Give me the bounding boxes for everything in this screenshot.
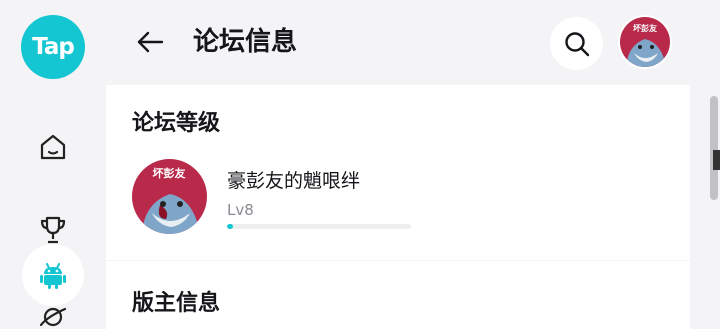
page-title: 论坛信息: [193, 27, 298, 57]
avatar-badge-text: 坏彭友: [633, 23, 657, 33]
trophy-icon[interactable]: [36, 213, 70, 247]
forum-level-card: 论坛等级 坏彭友 豪彭友的魈哏绊 Lv8: [106, 85, 690, 260]
user-avatar[interactable]: 坏彭友: [132, 159, 207, 234]
search-icon: [564, 31, 589, 56]
level-progress-bar: [227, 224, 411, 229]
moderator-card: 版主信息: [106, 261, 690, 329]
header-avatar[interactable]: 坏彭友: [618, 15, 672, 69]
moderator-title: 版主信息: [132, 291, 221, 316]
back-arrow-icon: [137, 31, 164, 53]
scrollbar-thumb[interactable]: [710, 96, 718, 200]
level-progress-fill: [227, 224, 233, 229]
username[interactable]: 豪彭友的魈哏绊: [227, 167, 360, 195]
back-button[interactable]: [132, 26, 168, 58]
nav-rail: Tap: [0, 0, 106, 329]
forum-level-title: 论坛等级: [132, 111, 221, 136]
user-level: Lv8: [227, 201, 254, 219]
home-icon[interactable]: [36, 130, 70, 164]
android-icon[interactable]: [22, 244, 84, 306]
planet-icon[interactable]: [36, 300, 70, 329]
avatar-badge-text: 坏彭友: [153, 166, 186, 180]
scrollbar-grip[interactable]: [713, 150, 720, 170]
avatar-image: 坏彭友: [620, 17, 670, 67]
tap-logo[interactable]: Tap: [21, 15, 85, 79]
search-button[interactable]: [550, 17, 603, 70]
avatar-image: 坏彭友: [132, 159, 207, 234]
